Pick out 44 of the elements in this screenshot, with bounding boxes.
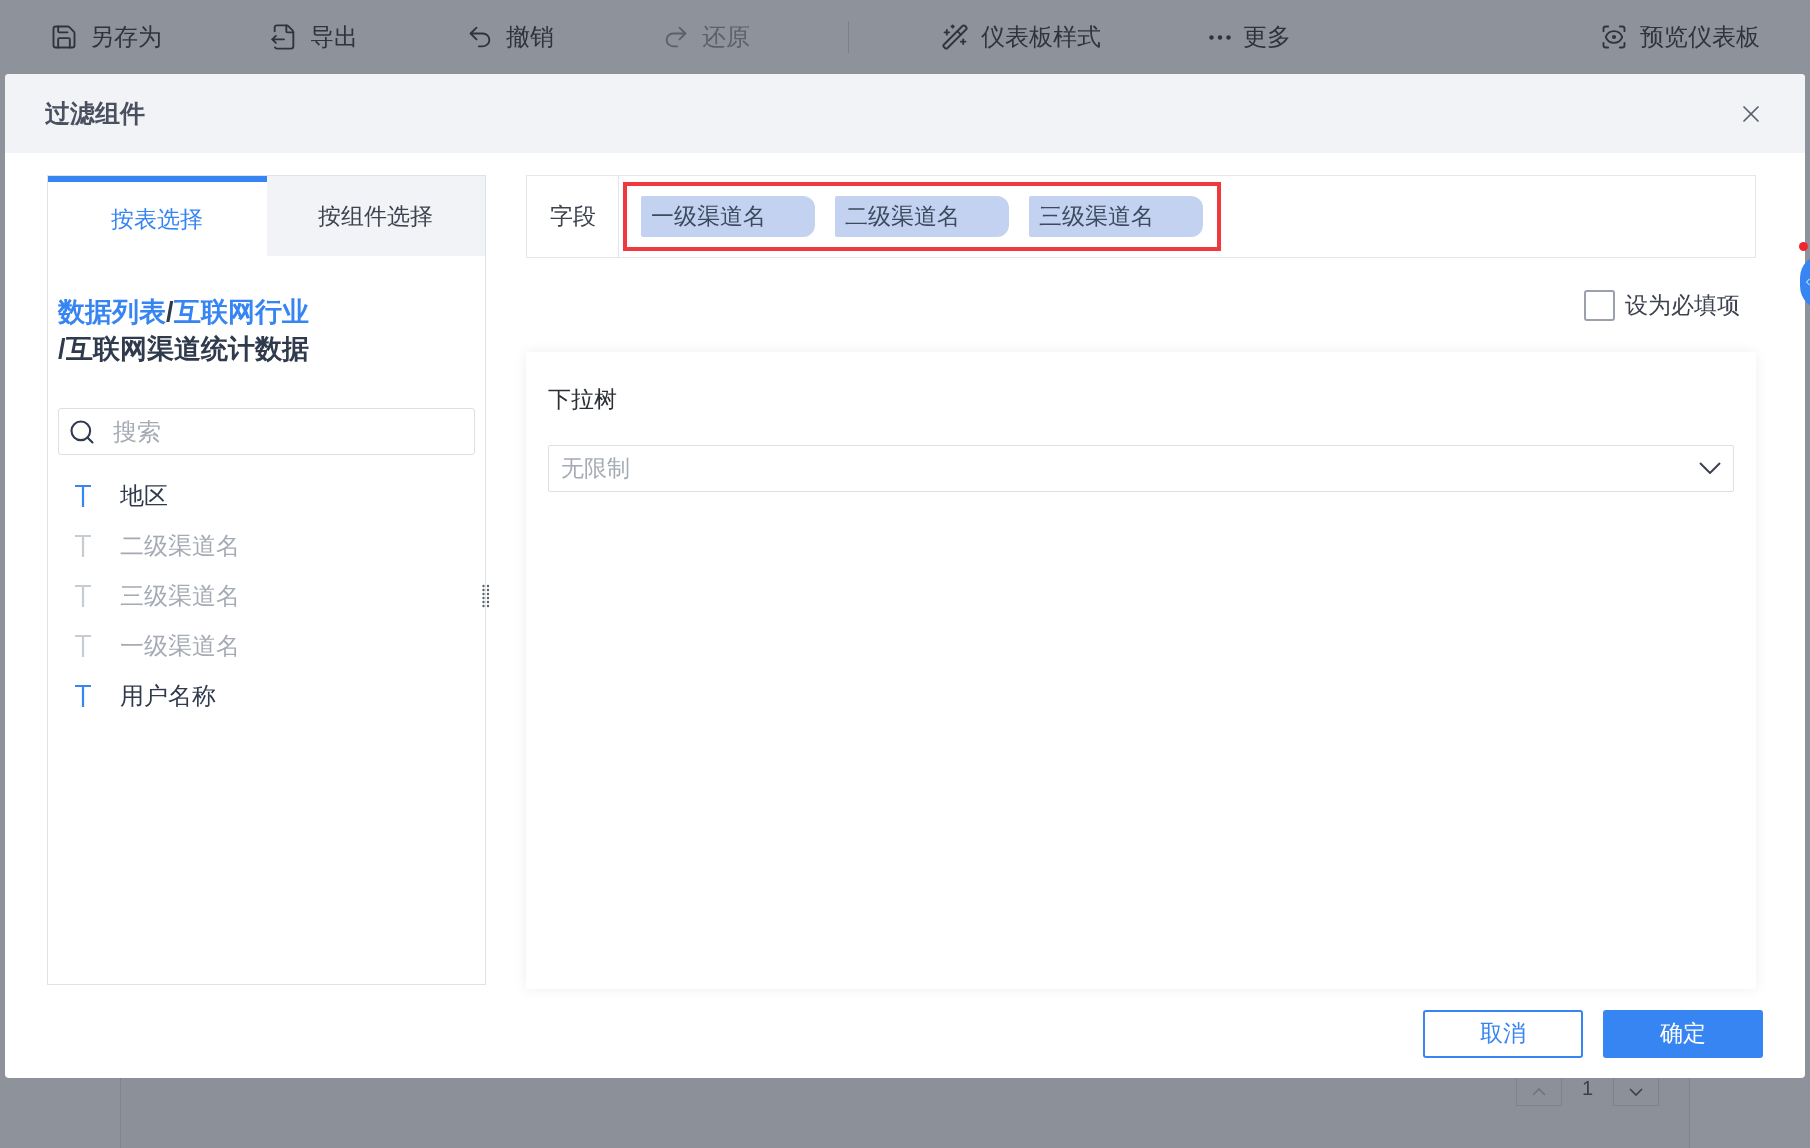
breadcrumb-text: / bbox=[166, 297, 174, 328]
field-label: 字段 bbox=[527, 176, 619, 258]
save-icon bbox=[50, 23, 78, 51]
breadcrumb-text: /互联网渠道统计数据 bbox=[58, 334, 309, 365]
required-checkbox[interactable] bbox=[1584, 289, 1615, 321]
page-number: 1 bbox=[1581, 1078, 1593, 1098]
widget-title: 下拉树 bbox=[548, 385, 618, 415]
chevron-up-icon bbox=[1531, 1087, 1546, 1096]
toolbar-button[interactable]: 仪表板样式 bbox=[941, 19, 1101, 55]
field-tag[interactable]: 一级渠道名 bbox=[641, 196, 815, 238]
resize-handle[interactable] bbox=[482, 584, 490, 609]
field-item[interactable]: 地区 bbox=[48, 471, 485, 522]
chevron-down-icon bbox=[1629, 1087, 1643, 1096]
toolbar-button[interactable]: 更多 bbox=[1209, 19, 1291, 55]
search-field[interactable]: 搜索 bbox=[58, 408, 475, 456]
cancel-button[interactable]: 取消 bbox=[1423, 1009, 1583, 1058]
breadcrumb-link[interactable]: 互联网行业 bbox=[173, 297, 309, 328]
field-item[interactable]: 一级渠道名 bbox=[48, 621, 485, 672]
dialog-title: 过滤组件 bbox=[45, 97, 145, 129]
text-type-icon bbox=[74, 534, 92, 559]
field-item[interactable]: 三级渠道名 bbox=[48, 571, 485, 622]
confirm-button[interactable]: 确定 bbox=[1603, 1009, 1763, 1058]
search-icon bbox=[68, 418, 96, 447]
magic-wand-icon bbox=[941, 23, 969, 51]
toolbar-button[interactable]: 导出 bbox=[270, 19, 358, 55]
text-type-icon bbox=[74, 684, 92, 709]
chevron-down-icon bbox=[1699, 462, 1721, 475]
checkbox-label: 设为必填项 bbox=[1625, 290, 1740, 320]
toolbar-button[interactable]: 另存为 bbox=[50, 19, 162, 55]
field-item[interactable]: 二级渠道名 bbox=[48, 521, 485, 572]
toolbar-button[interactable]: 预览仪表板 bbox=[1600, 19, 1760, 55]
field-tag[interactable]: 二级渠道名 bbox=[835, 196, 1009, 238]
pager-button[interactable] bbox=[1613, 1078, 1659, 1106]
toolbar-button[interactable]: 撤销 bbox=[466, 19, 554, 55]
select-field[interactable]: 无限制 bbox=[548, 444, 1734, 492]
field-tag[interactable]: 三级渠道名 bbox=[1029, 196, 1203, 238]
text-type-icon bbox=[74, 584, 92, 609]
eye-icon bbox=[1600, 23, 1628, 51]
tab[interactable]: 按组件选择 bbox=[266, 176, 485, 257]
more-icon bbox=[1209, 34, 1231, 40]
field-item[interactable]: 用户名称 bbox=[48, 671, 485, 722]
text-type-icon bbox=[74, 484, 92, 509]
text-type-icon bbox=[74, 634, 92, 659]
breadcrumb-link[interactable]: 数据列表 bbox=[58, 297, 166, 328]
